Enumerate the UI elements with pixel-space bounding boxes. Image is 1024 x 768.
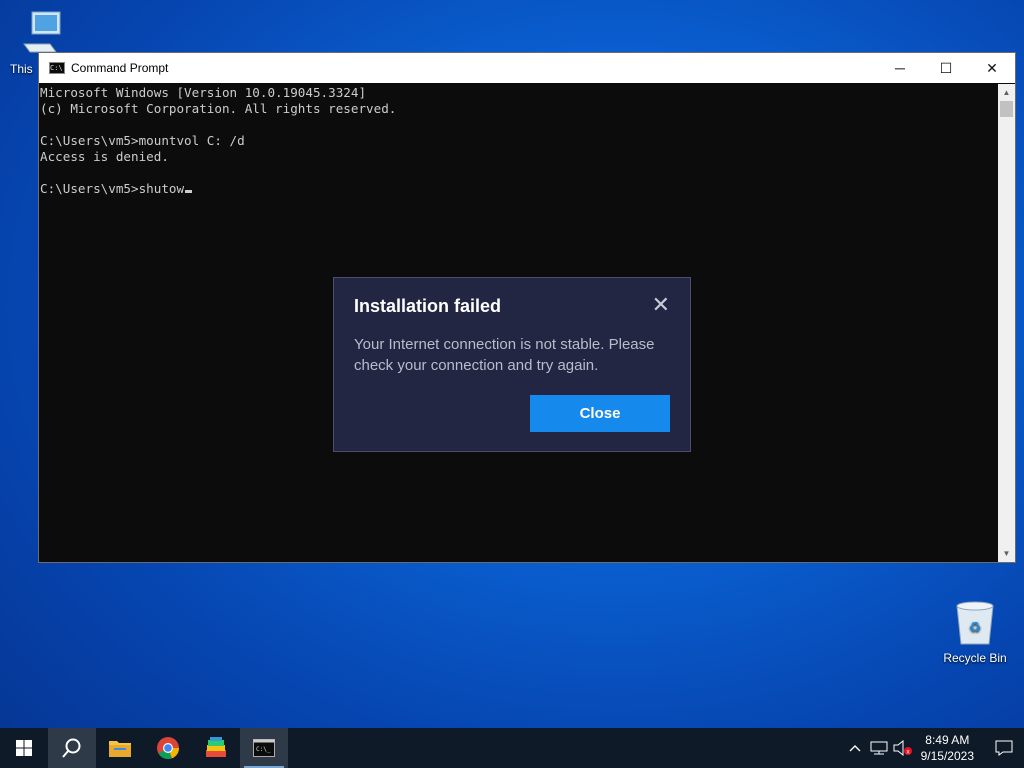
svg-text:C:\_: C:\_ [256, 746, 271, 753]
dialog-message: Your Internet connection is not stable. … [354, 336, 655, 374]
close-icon[interactable]: ✕ [652, 292, 670, 318]
dialog-title: Installation failed [354, 296, 502, 316]
window-titlebar[interactable]: C:\ Command Prompt ─ ☐ ✕ [39, 53, 1015, 83]
close-button[interactable]: ✕ [969, 53, 1015, 83]
desktop-icon-label: Recycle Bin [943, 651, 1007, 665]
console-line: Microsoft Windows [Version 10.0.19045.33… [40, 85, 367, 100]
command-prompt-icon: C:\ [49, 62, 65, 74]
console-input: C:\Users\vm5>shutow [40, 181, 185, 196]
chrome-icon [157, 737, 180, 760]
close-button[interactable]: Close [530, 395, 670, 432]
taskbar-bluestacks[interactable] [192, 728, 240, 768]
file-explorer-icon [109, 741, 131, 757]
minimize-button[interactable]: ─ [877, 53, 923, 83]
taskbar-command-prompt[interactable]: C:\_ [240, 728, 288, 768]
taskbar-clock[interactable]: 8:49 AM 9/15/2023 [921, 732, 974, 764]
notification-center-icon[interactable] [984, 728, 1024, 768]
text-cursor [185, 190, 193, 193]
vertical-scrollbar[interactable]: ▲ ▼ [998, 84, 1015, 562]
bluestacks-icon [206, 737, 226, 757]
installation-failed-dialog: Installation failed ✕ Your Internet conn… [333, 277, 691, 452]
clock-time: 8:49 AM [925, 733, 970, 747]
scroll-up-icon[interactable]: ▲ [998, 84, 1015, 101]
taskbar: C:\_ x 8:49 AM 9/15/2023 [0, 728, 1024, 768]
scroll-down-icon[interactable]: ▼ [998, 545, 1015, 562]
chevron-up-icon[interactable] [843, 744, 867, 752]
console-line: (c) Microsoft Corporation. All rights re… [40, 101, 397, 116]
maximize-button[interactable]: ☐ [923, 53, 969, 83]
desktop-icon-label: This [10, 62, 33, 76]
svg-text:x: x [906, 749, 910, 756]
window-title: Command Prompt [71, 61, 169, 75]
console-line: C:\Users\vm5>mountvol C: /d [40, 133, 245, 148]
taskbar-file-explorer[interactable] [96, 728, 144, 768]
system-tray: x 8:49 AM 9/15/2023 [843, 728, 1024, 768]
svg-text:♻: ♻ [969, 620, 982, 636]
volume-muted-icon[interactable]: x [891, 740, 915, 756]
desktop-icon-this-pc[interactable]: This [2, 10, 82, 76]
console-line: Access is denied. [40, 149, 169, 164]
search-button[interactable] [48, 728, 96, 768]
command-prompt-icon: C:\_ [253, 739, 275, 757]
recycle-bin-icon: ♻ [956, 601, 994, 645]
taskbar-chrome[interactable] [144, 728, 192, 768]
clock-date: 9/15/2023 [920, 749, 974, 763]
console-prompt-line: C:\Users\vm5>shutow [40, 181, 998, 197]
start-button[interactable] [0, 728, 48, 768]
windows-logo-icon [16, 740, 32, 756]
network-icon[interactable] [867, 741, 891, 755]
computer-icon [23, 11, 61, 53]
scrollbar-thumb[interactable] [1000, 101, 1013, 117]
desktop-icon-recycle-bin[interactable]: ♻ Recycle Bin [935, 600, 1015, 665]
search-icon [62, 738, 81, 758]
